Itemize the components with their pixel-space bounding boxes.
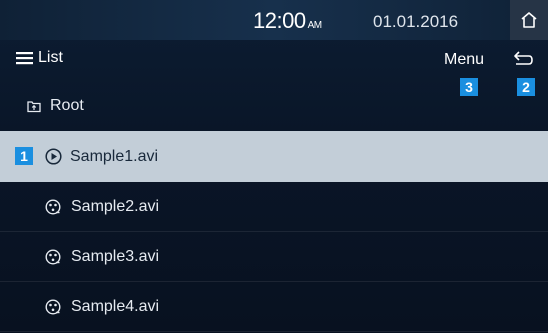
list-item-selected[interactable]: Sample1.avi: [0, 131, 548, 182]
list-item-label: Sample1.avi: [70, 147, 159, 165]
menu-button[interactable]: Menu: [444, 51, 484, 69]
clock-ampm: AM: [307, 20, 323, 31]
film-reel-icon: [45, 248, 61, 265]
status-bar: 12:00 AM 01.01.2016: [0, 0, 548, 40]
film-reel-icon: [45, 298, 61, 315]
callout-badge-1: 1: [15, 147, 33, 165]
film-reel-icon: [45, 198, 61, 215]
back-icon: [514, 51, 533, 65]
home-icon: [521, 12, 537, 28]
home-button[interactable]: [510, 0, 548, 40]
list-item[interactable]: Sample2.avi: [0, 182, 548, 232]
list-button[interactable]: List: [16, 49, 63, 67]
hamburger-icon: [16, 52, 33, 65]
clock-time: 12:00: [253, 8, 306, 33]
list-item-label: Root: [50, 96, 84, 114]
list-item[interactable]: Sample4.avi: [0, 282, 548, 332]
toolbar: List Menu: [0, 40, 548, 80]
media-screen: 12:00 AM 01.01.2016 List Menu 3 2 Root S…: [0, 0, 548, 333]
date: 01.01.2016: [373, 12, 459, 31]
list-item[interactable]: Sample3.avi: [0, 232, 548, 282]
list-item-label: Sample3.avi: [71, 247, 160, 265]
folder-up-icon: [27, 99, 41, 113]
list-item-label: Sample4.avi: [71, 297, 160, 315]
list-item-label: Sample2.avi: [71, 197, 160, 215]
clock: 12:00 AM: [253, 8, 322, 34]
back-button[interactable]: [512, 50, 534, 75]
play-circle-icon: [45, 148, 62, 165]
list-label: List: [38, 49, 63, 66]
list-item-root[interactable]: Root: [0, 80, 548, 132]
